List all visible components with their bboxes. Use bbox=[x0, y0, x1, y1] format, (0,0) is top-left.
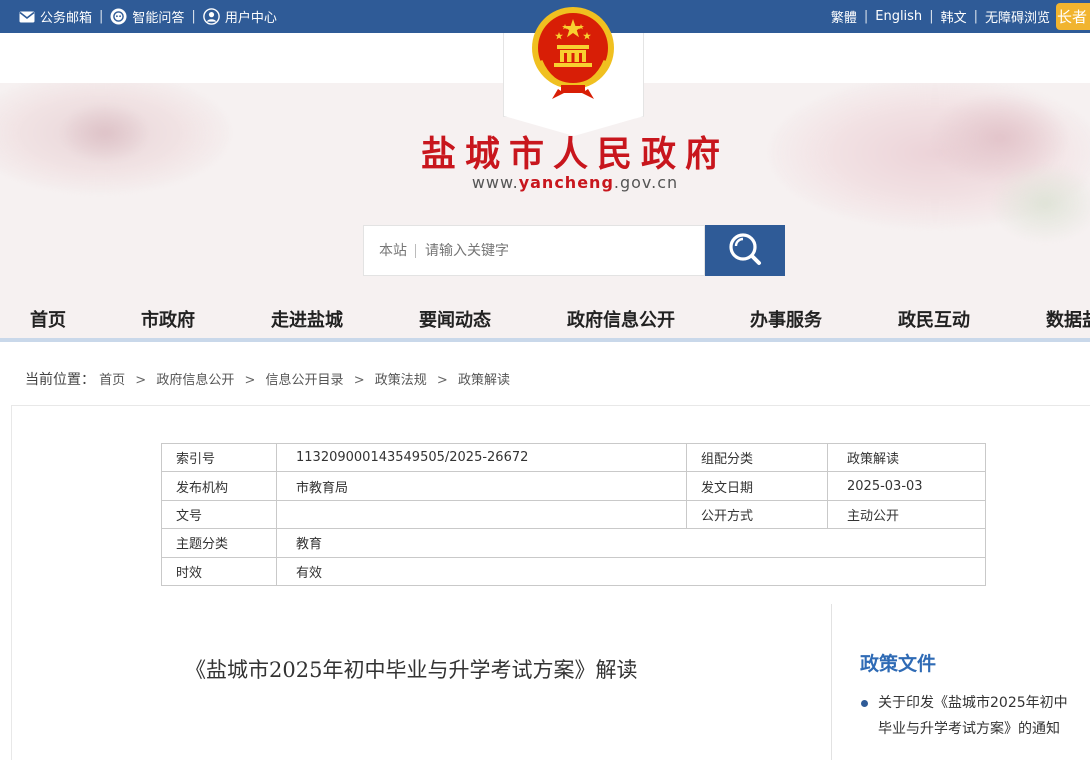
nav-about-yancheng[interactable]: 走进盐城 bbox=[271, 306, 343, 332]
user-center-link[interactable]: 用户中心 bbox=[203, 7, 277, 26]
table-row: 文号 公开方式 主动公开 bbox=[161, 499, 986, 530]
publisher-value: 市教育局 bbox=[276, 471, 687, 501]
qa-link[interactable]: 智能问答 bbox=[110, 7, 184, 26]
sidebar-title: 政策文件 bbox=[860, 653, 937, 675]
index-value: 113209000143549505/2025-26672 bbox=[276, 442, 687, 473]
nav-home[interactable]: 首页 bbox=[30, 306, 66, 332]
sidebar-list: 关于印发《盐城市2025年初中毕业与升学考试方案》的通知 bbox=[860, 690, 1075, 742]
user-icon bbox=[203, 8, 220, 25]
search-icon bbox=[726, 230, 764, 272]
separator: | bbox=[99, 9, 104, 24]
breadcrumb-label: 当前位置： bbox=[25, 372, 95, 388]
docno-label: 文号 bbox=[161, 499, 277, 530]
table-row: 主题分类 教育 bbox=[161, 528, 986, 558]
nav-services[interactable]: 办事服务 bbox=[750, 306, 822, 332]
qa-label: 智能问答 bbox=[132, 11, 185, 26]
separator: | bbox=[191, 9, 196, 24]
search-box: 本站 bbox=[363, 225, 705, 276]
validity-label: 时效 bbox=[161, 556, 277, 586]
lang-traditional-link[interactable]: 繁體 bbox=[831, 7, 857, 26]
mail-icon bbox=[18, 8, 35, 25]
breadcrumb-separator: > bbox=[135, 373, 147, 388]
separator: | bbox=[863, 9, 869, 24]
main-nav: 首页 市政府 走进盐城 要闻动态 政府信息公开 办事服务 政民互动 数据盐 bbox=[0, 296, 1090, 342]
nav-underline bbox=[0, 338, 1090, 342]
lang-english-link[interactable]: English bbox=[875, 9, 922, 24]
document-meta-table: 索引号 113209000143549505/2025-26672 组配分类 政… bbox=[161, 442, 986, 586]
separator: | bbox=[973, 9, 978, 24]
topic-label: 主题分类 bbox=[161, 528, 277, 558]
breadcrumb-separator: > bbox=[436, 373, 448, 388]
breadcrumb-item[interactable]: 政策解读 bbox=[458, 373, 510, 388]
breadcrumb-item[interactable]: 信息公开目录 bbox=[266, 373, 344, 388]
site-url-prefix: www. bbox=[471, 173, 519, 192]
national-emblem bbox=[530, 5, 616, 101]
validity-value: 有效 bbox=[276, 556, 986, 586]
nav-news[interactable]: 要闻动态 bbox=[419, 306, 491, 332]
breadcrumb-separator: > bbox=[353, 373, 365, 388]
site-url: www.yancheng.gov.cn bbox=[0, 173, 1090, 192]
accessibility-link[interactable]: 无障碍浏览 bbox=[985, 7, 1050, 26]
open-method-label: 公开方式 bbox=[686, 499, 828, 530]
nav-interaction[interactable]: 政民互动 bbox=[898, 306, 970, 332]
docno-value bbox=[276, 499, 687, 530]
lang-korean-link[interactable]: 韩文 bbox=[941, 7, 967, 26]
category-label: 组配分类 bbox=[686, 442, 828, 473]
open-method-value: 主动公开 bbox=[827, 499, 986, 530]
nav-gov-info-disclosure[interactable]: 政府信息公开 bbox=[567, 306, 675, 332]
breadcrumb-separator: > bbox=[244, 373, 256, 388]
search-scope[interactable]: 本站 bbox=[364, 243, 416, 258]
table-row: 索引号 113209000143549505/2025-26672 组配分类 政… bbox=[161, 442, 986, 473]
article-title: 《盐城市2025年初中毕业与升学考试方案》解读 bbox=[185, 658, 638, 682]
topic-value: 教育 bbox=[276, 528, 986, 558]
publisher-label: 发布机构 bbox=[161, 471, 277, 501]
date-value: 2025-03-03 bbox=[827, 471, 986, 501]
site-url-highlight: yancheng bbox=[518, 173, 614, 192]
breadcrumb-item[interactable]: 首页 bbox=[99, 373, 125, 388]
breadcrumb: 当前位置： 首页 > 政府信息公开 > 信息公开目录 > 政策法规 > 政策解读 bbox=[25, 369, 510, 389]
top-bar-left: 公务邮箱 | 智能问答 | 用户中心 bbox=[18, 0, 277, 33]
search-button[interactable] bbox=[705, 225, 785, 276]
chat-bot-icon bbox=[110, 8, 127, 25]
sidebar-item-policy-link[interactable]: 关于印发《盐城市2025年初中毕业与升学考试方案》的通知 bbox=[860, 690, 1075, 742]
index-label: 索引号 bbox=[161, 442, 277, 473]
sidebar-divider bbox=[831, 604, 832, 760]
elder-mode-button[interactable]: 长者 bbox=[1056, 3, 1090, 30]
breadcrumb-item[interactable]: 政府信息公开 bbox=[156, 373, 234, 388]
table-row: 时效 有效 bbox=[161, 556, 986, 586]
user-center-label: 用户中心 bbox=[224, 11, 277, 26]
mail-label: 公务邮箱 bbox=[40, 11, 93, 26]
separator: | bbox=[929, 9, 934, 24]
breadcrumb-item[interactable]: 政策法规 bbox=[375, 373, 427, 388]
top-bar-right: 繁體 | English | 韩文 | 无障碍浏览 长者 bbox=[831, 0, 1090, 33]
mail-link[interactable]: 公务邮箱 bbox=[18, 7, 92, 26]
search-input[interactable] bbox=[425, 242, 685, 259]
table-row: 发布机构 市教育局 发文日期 2025-03-03 bbox=[161, 471, 986, 501]
date-label: 发文日期 bbox=[686, 471, 828, 501]
nav-data-yancheng[interactable]: 数据盐 bbox=[1046, 306, 1090, 332]
site-url-suffix: .gov.cn bbox=[613, 173, 679, 192]
nav-city-government[interactable]: 市政府 bbox=[141, 306, 195, 332]
category-value: 政策解读 bbox=[827, 442, 986, 473]
